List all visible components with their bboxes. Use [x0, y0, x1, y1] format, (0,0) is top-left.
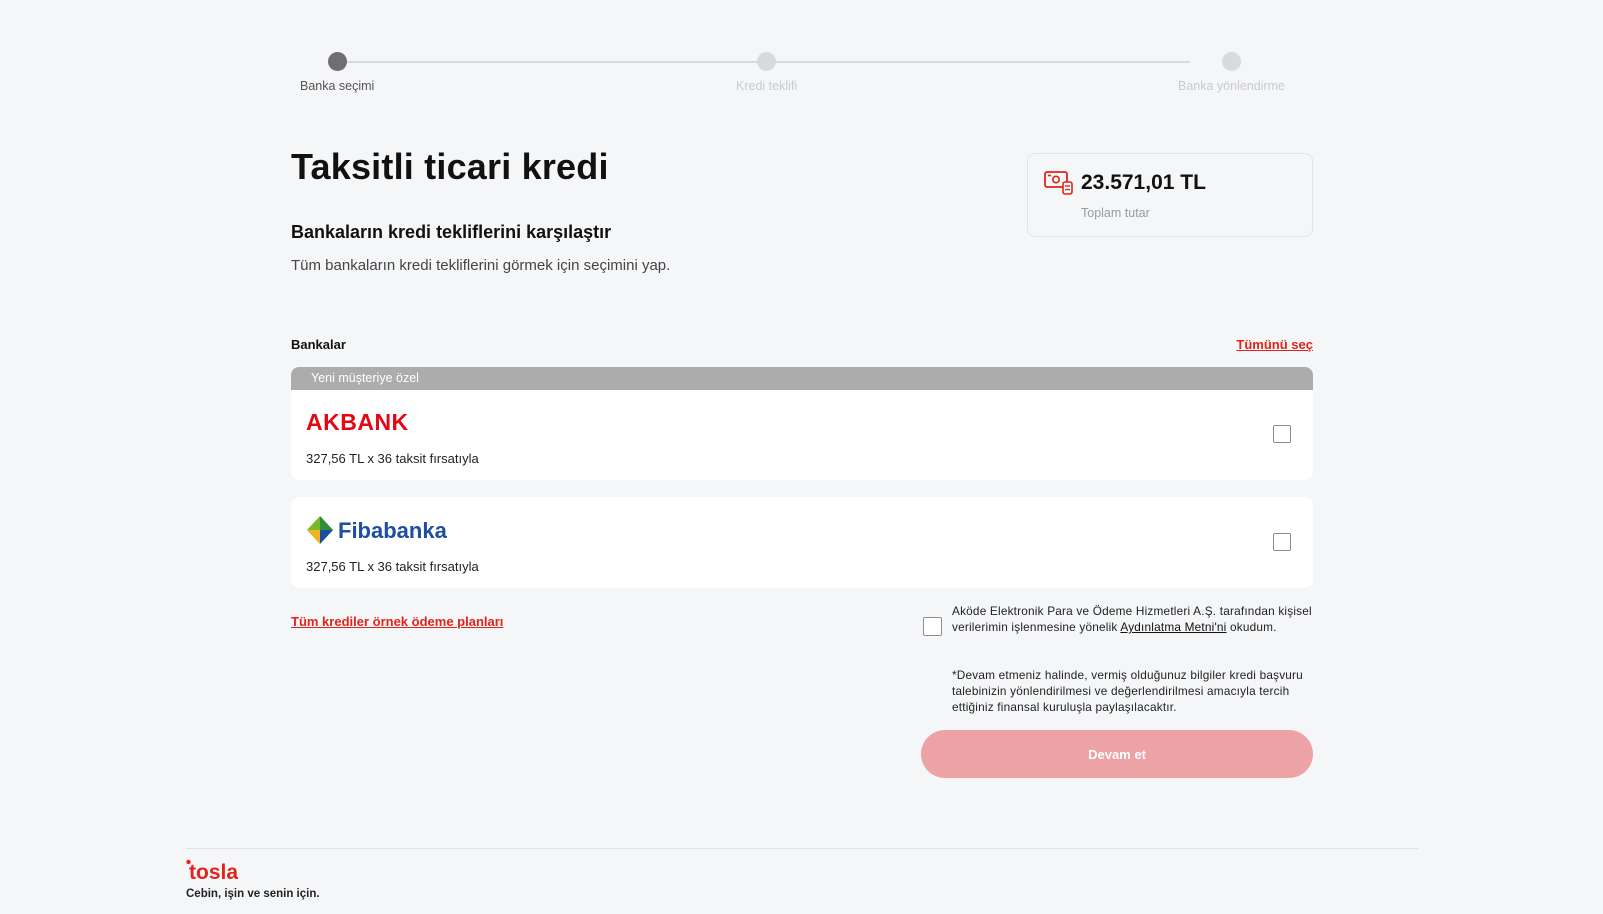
footer-divider: [186, 848, 1418, 849]
disclosure-link[interactable]: Aydınlatma Metni'ni: [1120, 620, 1226, 634]
consent-checkbox[interactable]: [923, 617, 942, 636]
step-bank-selection: Banka seçimi: [300, 52, 374, 93]
total-amount-card: 23.571,01 TL Toplam tutar: [1027, 153, 1313, 237]
data-sharing-note: *Devam etmeniz halinde, vermiş olduğunuz…: [952, 668, 1303, 714]
consent-text: Aköde Elektronik Para ve Ödeme Hizmetler…: [952, 603, 1317, 635]
akbank-checkbox[interactable]: [1273, 425, 1291, 443]
akbank-logo-text: AKBANK: [306, 412, 409, 432]
banks-label: Bankalar: [291, 337, 346, 352]
tosla-logo-text: tosla: [189, 861, 238, 882]
tosla-logo[interactable]: tosla: [186, 858, 246, 886]
page-subtitle: Bankaların kredi tekliflerini karşılaştı…: [291, 222, 612, 242]
fibabanka-checkbox[interactable]: [1273, 533, 1291, 551]
step-label: Banka seçimi: [300, 79, 375, 93]
akbank-logo: AKBANK: [306, 409, 441, 436]
step-dot: [327, 52, 347, 71]
step-dot: [1222, 52, 1241, 71]
fibabanka-logo-text: Fibabanka: [338, 518, 448, 543]
money-icon: [1044, 170, 1074, 196]
step-bank-redirect: Banka yönlendirme: [1178, 52, 1285, 93]
bank-card-akbank[interactable]: Yeni müşteriye özel AKBANK 327,56 TL x 3…: [291, 367, 1313, 480]
bank-offer-text: 327,56 TL x 36 taksit fırsatıyla: [306, 451, 479, 466]
consent-text-after: okudum.: [1226, 620, 1277, 634]
page-title: Taksitli ticari kredi: [291, 146, 609, 187]
select-all-link[interactable]: Tümünü seç: [1236, 337, 1313, 352]
total-amount-label: Toplam tutar: [1081, 206, 1150, 220]
new-customer-badge: Yeni müşteriye özel: [291, 367, 1313, 390]
step-label: Banka yönlendirme: [1178, 79, 1286, 93]
continue-button[interactable]: Devam et: [921, 730, 1313, 778]
total-amount: 23.571,01 TL: [1081, 171, 1206, 194]
step-credit-offer: Kredi teklifi: [736, 52, 797, 93]
step-label: Kredi teklifi: [736, 79, 798, 93]
payment-plans-link[interactable]: Tüm krediler örnek ödeme planları: [291, 614, 503, 629]
page-description: Tüm bankaların kredi tekliflerini görmek…: [291, 257, 671, 274]
step-dot: [757, 52, 777, 71]
footer-tagline: Cebin, işin ve senin için.: [186, 888, 320, 900]
bank-offer-text: 327,56 TL x 36 taksit fırsatıyla: [306, 559, 479, 574]
bank-card-fibabanka[interactable]: Fibabanka 327,56 TL x 36 taksit fırsatıy…: [291, 497, 1313, 588]
fibabanka-logo: Fibabanka: [306, 514, 456, 550]
progress-stepper: Banka seçimi Kredi teklifi Banka yönlend…: [300, 52, 1285, 102]
